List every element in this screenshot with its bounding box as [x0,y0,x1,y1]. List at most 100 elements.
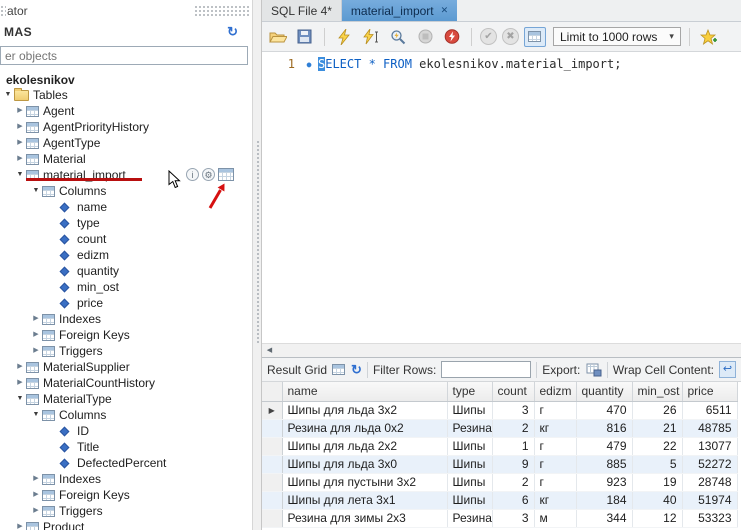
cell[interactable]: 51974 [682,491,737,509]
column-header-price[interactable]: price [682,382,737,401]
column-header-min-ost[interactable]: min_ost [632,382,682,401]
cell[interactable]: Шипы для льда 3x0 [282,455,447,473]
cell[interactable]: 3 [492,401,534,419]
row-selector[interactable] [262,419,282,437]
chevron-right-icon[interactable]: ▶ [30,311,42,327]
chevron-down-icon[interactable]: ▼ [14,167,26,183]
cell[interactable]: 19 [632,473,682,491]
cell[interactable]: 3 [492,509,534,527]
open-script-button[interactable] [267,26,289,48]
chevron-right-icon[interactable]: ▶ [14,151,26,167]
tree-item-materialcounthistory[interactable]: ▶ MaterialCountHistory [0,375,252,391]
cell[interactable]: 52272 [682,455,737,473]
cell[interactable]: 816 [576,419,632,437]
save-snippet-button[interactable] [698,26,720,48]
cell[interactable]: Шипы для льда 2x2 [282,437,447,455]
cell[interactable]: 9 [492,455,534,473]
cell[interactable]: кг [534,491,576,509]
stop-button[interactable] [414,26,436,48]
cell[interactable]: г [534,473,576,491]
cell[interactable]: Резина [447,419,492,437]
cell[interactable]: г [534,455,576,473]
cell[interactable]: Шипы [447,491,492,509]
tree-item-column-defectedpercent[interactable]: DefectedPercent [0,455,252,471]
panel-grip-icon[interactable] [194,5,250,17]
tree-item-column-id[interactable]: ID [0,423,252,439]
chevron-right-icon[interactable]: ▶ [14,375,26,391]
chevron-right-icon[interactable]: ▶ [14,103,26,119]
column-header-name[interactable]: name [282,382,447,401]
column-header-edizm[interactable]: edizm [534,382,576,401]
refresh-schemas-icon[interactable]: ↻ [227,24,238,40]
info-icon[interactable]: i [186,168,199,181]
tab-material-import[interactable]: material_import ✕ [342,0,457,21]
cell[interactable]: г [534,437,576,455]
cell[interactable]: 470 [576,401,632,419]
save-button[interactable] [294,26,316,48]
tree-item-foreign-keys[interactable]: ▶ Foreign Keys [0,327,252,343]
column-header-quantity[interactable]: quantity [576,382,632,401]
panel-splitter[interactable] [252,0,262,530]
wrap-cell-content-toggle[interactable]: ↩ [719,361,736,378]
export-recordset-button[interactable] [585,361,602,379]
rollback-button[interactable]: ✖ [502,28,519,45]
cell[interactable]: 344 [576,509,632,527]
row-selector[interactable] [262,437,282,455]
row-selector[interactable] [262,509,282,527]
cell[interactable]: 885 [576,455,632,473]
tree-item-product[interactable]: ▶ Product [0,519,252,530]
commit-button[interactable]: ✔ [480,28,497,45]
chevron-down-icon[interactable]: ▼ [30,183,42,199]
row-selector[interactable] [262,455,282,473]
chevron-right-icon[interactable]: ▶ [14,119,26,135]
row-selector[interactable] [262,473,282,491]
schema-ekolesnikov[interactable]: ekolesnikov [0,69,252,87]
tab-sql-file-4[interactable]: SQL File 4* [262,0,342,21]
tree-item-agenttype[interactable]: ▶ AgentType [0,135,252,151]
filter-objects-input[interactable] [0,46,248,65]
execute-current-statement-button[interactable] [360,26,382,48]
cell[interactable]: 26 [632,401,682,419]
cell[interactable]: 479 [576,437,632,455]
close-icon[interactable]: ✕ [441,5,449,16]
tree-item-material[interactable]: ▶ Material [0,151,252,167]
tree-item-triggers-materialtype[interactable]: ▶ Triggers [0,503,252,519]
cell[interactable]: 2 [492,419,534,437]
chevron-right-icon[interactable]: ▶ [30,503,42,519]
toggle-autocommit-button[interactable] [524,27,546,47]
cell[interactable]: 13077 [682,437,737,455]
tree-item-column-price[interactable]: price [0,295,252,311]
cell[interactable]: 5 [632,455,682,473]
tree-item-columns-materialtype[interactable]: ▼ Columns [0,407,252,423]
column-header-count[interactable]: count [492,382,534,401]
chevron-right-icon[interactable]: ▶ [14,135,26,151]
cell[interactable]: г [534,401,576,419]
row-pointer[interactable]: ▶ [262,401,282,419]
tree-item-materialtype[interactable]: ▼ MaterialType [0,391,252,407]
tree-item-tables[interactable]: ▼ Tables [0,87,252,103]
filter-rows-input[interactable] [441,361,531,378]
cell[interactable]: 21 [632,419,682,437]
tree-item-agentpriorityhistory[interactable]: ▶ AgentPriorityHistory [0,119,252,135]
chevron-right-icon[interactable]: ▶ [30,343,42,359]
tree-item-column-quantity[interactable]: quantity [0,263,252,279]
cell[interactable]: Шипы для пустыни 3x2 [282,473,447,491]
cell[interactable]: 6 [492,491,534,509]
editor-horizontal-scrollbar[interactable]: ◀ [262,343,741,357]
cell[interactable]: Резина [447,509,492,527]
cell[interactable]: 2 [492,473,534,491]
tree-item-foreign-keys-materialtype[interactable]: ▶ Foreign Keys [0,487,252,503]
tree-item-column-title[interactable]: Title [0,439,252,455]
chevron-down-icon[interactable]: ▼ [14,391,26,407]
cell[interactable]: Шипы [447,473,492,491]
tree-item-column-count[interactable]: count [0,231,252,247]
column-header-type[interactable]: type [447,382,492,401]
limit-rows-select[interactable]: Limit to 1000 rows ▾ [553,27,681,46]
cell[interactable]: 22 [632,437,682,455]
chevron-right-icon[interactable]: ▶ [30,327,42,343]
sql-code-editor[interactable]: 1 ● S ELECT * FROM ekolesnikov.material_… [262,52,741,343]
scrollbar-track[interactable] [277,344,741,357]
splitter-grip-icon[interactable] [256,140,260,345]
chevron-right-icon[interactable]: ▶ [30,471,42,487]
cell[interactable]: Шипы [447,401,492,419]
